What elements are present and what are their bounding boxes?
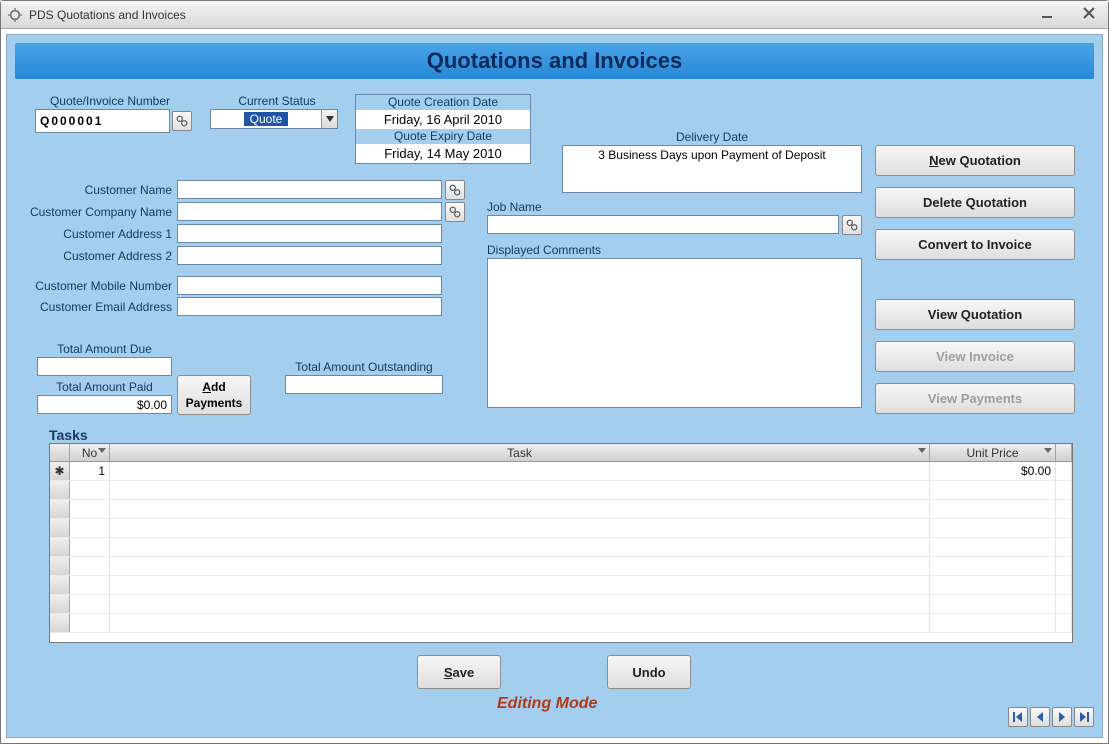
label-total-paid: Total Amount Paid (37, 380, 172, 394)
editing-mode-indicator: Editing Mode (497, 695, 597, 713)
col-task[interactable]: Task (110, 444, 930, 461)
total-outstanding-input[interactable] (285, 375, 443, 394)
delete-quotation-button[interactable]: Delete Quotation (875, 187, 1075, 218)
last-record-button[interactable] (1074, 707, 1094, 727)
undo-button[interactable]: Undo (607, 655, 691, 689)
new-row-indicator-icon: ✱ (50, 462, 70, 480)
customer-mobile-input[interactable] (177, 276, 442, 295)
customer-addr2-input[interactable] (177, 246, 442, 265)
label-current-status: Current Status (207, 94, 347, 108)
label-customer-mobile: Customer Mobile Number (27, 279, 172, 293)
new-quotation-button[interactable]: New Quotation (875, 145, 1075, 176)
view-payments-button: View Payments (875, 383, 1075, 414)
label-tasks: Tasks (49, 427, 88, 443)
window-title: PDS Quotations and Invoices (29, 8, 186, 22)
next-record-button[interactable] (1052, 707, 1072, 727)
expiry-date-field[interactable]: Friday, 14 May 2010 (356, 144, 530, 163)
total-due-input[interactable] (37, 357, 172, 376)
record-navigator (1008, 707, 1094, 727)
status-dropdown[interactable]: Quote (210, 109, 338, 129)
chevron-down-icon (321, 110, 337, 128)
cell-task[interactable] (110, 462, 930, 480)
titlebar: PDS Quotations and Invoices (1, 1, 1108, 29)
customer-email-input[interactable] (177, 297, 442, 316)
cell-unit-price[interactable]: $0.00 (930, 462, 1056, 480)
binoculars-icon[interactable] (445, 202, 465, 222)
cell-no[interactable]: 1 (70, 462, 110, 480)
view-quotation-button[interactable]: View Quotation (875, 299, 1075, 330)
delivery-date-field[interactable]: 3 Business Days upon Payment of Deposit (562, 145, 862, 193)
col-unit-price[interactable]: Unit Price (930, 444, 1056, 461)
lookup-quote-icon[interactable] (172, 111, 192, 131)
minimize-button[interactable] (1032, 4, 1062, 22)
prev-record-button[interactable] (1030, 707, 1050, 727)
customer-company-input[interactable] (177, 202, 442, 221)
form-canvas: Quotations and Invoices Quote/Invoice Nu… (6, 34, 1103, 738)
customer-addr1-input[interactable] (177, 224, 442, 243)
close-button[interactable] (1074, 4, 1104, 22)
label-job-name: Job Name (487, 200, 587, 214)
total-paid-input[interactable] (37, 395, 172, 414)
status-selected: Quote (244, 112, 289, 126)
label-customer-addr2: Customer Address 2 (27, 249, 172, 263)
table-row[interactable]: ✱ 1 $0.00 (50, 462, 1072, 481)
label-total-due: Total Amount Due (37, 342, 172, 356)
col-blank (1056, 444, 1072, 461)
label-customer-addr1: Customer Address 1 (27, 227, 172, 241)
col-no[interactable]: No (70, 444, 110, 461)
customer-name-input[interactable] (177, 180, 442, 199)
label-quote-number: Quote/Invoice Number (35, 94, 185, 108)
label-displayed-comments: Displayed Comments (487, 243, 687, 257)
label-expiry-date: Quote Expiry Date (356, 129, 530, 144)
save-button[interactable]: Save (417, 655, 501, 689)
label-customer-company: Customer Company Name (27, 205, 172, 219)
label-creation-date: Quote Creation Date (356, 95, 530, 110)
label-customer-name: Customer Name (27, 183, 172, 197)
convert-to-invoice-button[interactable]: Convert to Invoice (875, 229, 1075, 260)
first-record-button[interactable] (1008, 707, 1028, 727)
displayed-comments-field[interactable] (487, 258, 862, 408)
window-frame: PDS Quotations and Invoices Quotations a… (0, 0, 1109, 744)
grid-body: ✱ 1 $0.00 (50, 462, 1072, 633)
creation-date-field[interactable]: Friday, 16 April 2010 (356, 110, 530, 129)
binoculars-icon[interactable] (445, 180, 465, 200)
add-payments-button[interactable]: AddPayments (177, 375, 251, 415)
tasks-grid[interactable]: No Task Unit Price ✱ 1 $0.00 (49, 443, 1073, 643)
binoculars-icon[interactable] (842, 215, 862, 235)
app-icon (7, 7, 23, 23)
quote-number-input[interactable] (35, 109, 170, 133)
grid-corner (50, 444, 70, 461)
label-total-outstanding: Total Amount Outstanding (279, 360, 449, 374)
job-name-input[interactable] (487, 215, 839, 234)
view-invoice-button: View Invoice (875, 341, 1075, 372)
page-title: Quotations and Invoices (15, 43, 1094, 79)
label-customer-email: Customer Email Address (27, 300, 172, 314)
label-delivery-date: Delivery Date (562, 130, 862, 144)
